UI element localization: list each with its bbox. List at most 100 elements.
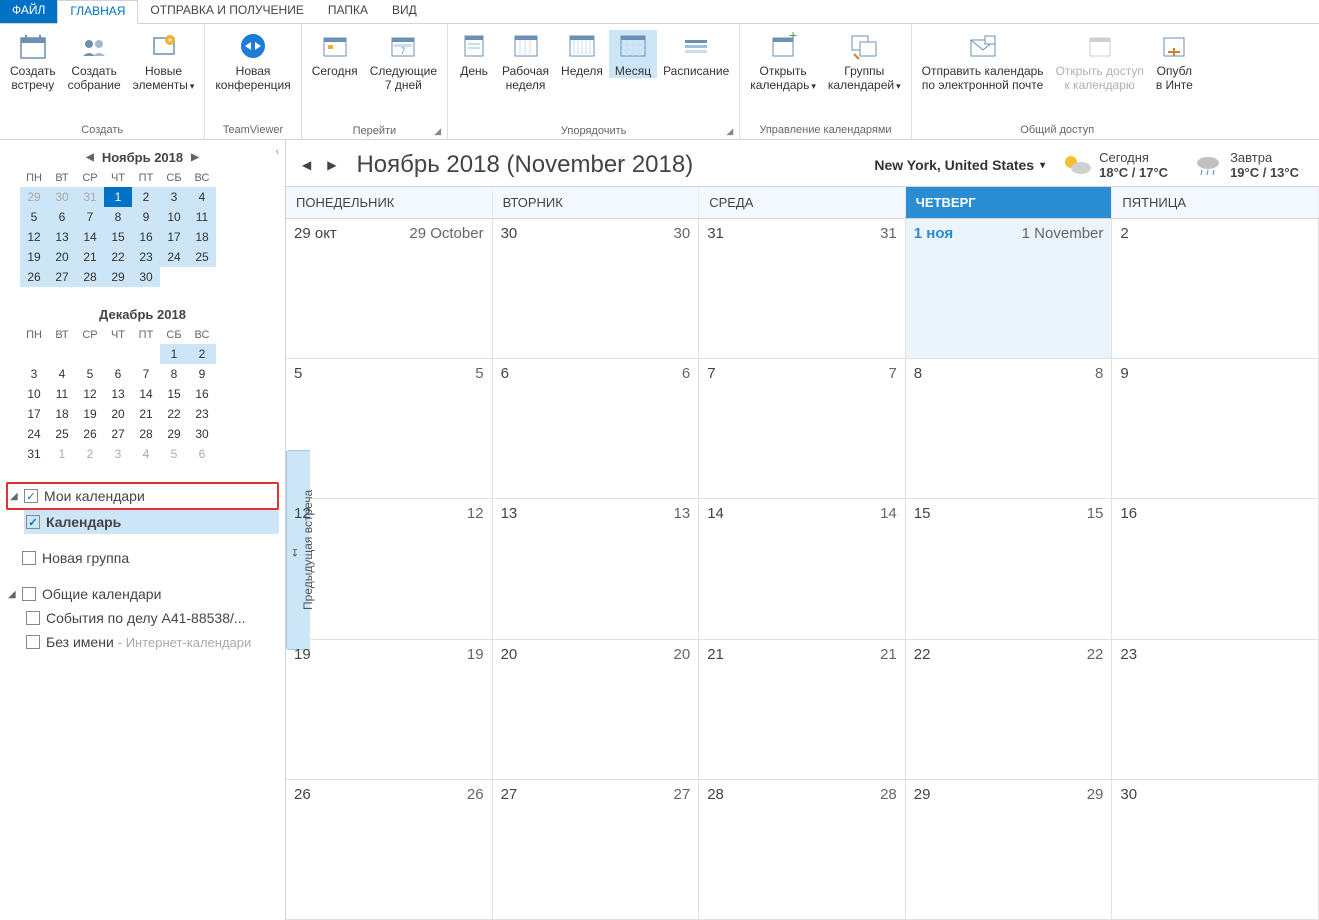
arrange-launcher-icon[interactable]: ◢	[726, 126, 733, 137]
tab-home[interactable]: ГЛАВНАЯ	[57, 0, 138, 24]
minical-day[interactable]: 8	[160, 364, 188, 384]
goto-launcher-icon[interactable]: ◢	[434, 126, 441, 137]
tree-new-group[interactable]: Новая группа	[6, 546, 279, 570]
tab-view[interactable]: ВИД	[380, 0, 429, 23]
minical-day[interactable]: 13	[104, 384, 132, 404]
disclosure-triangle-icon[interactable]: ◢	[8, 589, 18, 600]
minical-day[interactable]: 4	[188, 187, 216, 207]
disclosure-triangle-icon[interactable]: ◢	[10, 491, 20, 502]
new-items-button[interactable]: ✶ Новые элементы▾	[127, 30, 201, 93]
calendar-day-cell[interactable]: 2020	[493, 640, 700, 779]
schedule-view-button[interactable]: Расписание	[657, 30, 735, 78]
calendar-day-cell[interactable]: 3131	[699, 219, 906, 358]
minical-day[interactable]: 27	[48, 267, 76, 287]
minical-day[interactable]: 31	[76, 187, 104, 207]
tree-noname[interactable]: Без имени - Интернет-календари	[24, 630, 279, 654]
minical-day[interactable]: 14	[76, 227, 104, 247]
minical-day[interactable]: 24	[20, 424, 48, 444]
calendar-day-cell[interactable]: 77	[699, 359, 906, 498]
minical-day[interactable]: 6	[48, 207, 76, 227]
calendar-day-cell[interactable]: 2121	[699, 640, 906, 779]
week-view-button[interactable]: Неделя	[555, 30, 609, 78]
minical-day[interactable]: 9	[188, 364, 216, 384]
checkbox-icon[interactable]	[22, 551, 36, 565]
minical-day[interactable]: 11	[48, 384, 76, 404]
minical-day[interactable]: 3	[160, 187, 188, 207]
minical-prev-icon[interactable]: ◀	[78, 152, 102, 163]
minical-day[interactable]: 17	[20, 404, 48, 424]
minical-day[interactable]: 31	[20, 444, 48, 464]
minical-day[interactable]: 29	[160, 424, 188, 444]
minical-day[interactable]: 18	[188, 227, 216, 247]
next-7-days-button[interactable]: 7 Следующие 7 дней	[364, 30, 443, 92]
minical-day[interactable]: 30	[132, 267, 160, 287]
new-meeting-button[interactable]: Создать встречу	[4, 30, 62, 92]
minical-day[interactable]: 5	[76, 364, 104, 384]
calendar-groups-button[interactable]: Группы календарей▾	[822, 30, 907, 93]
new-gathering-button[interactable]: Создать собрание	[62, 30, 127, 92]
minical-day[interactable]: 15	[160, 384, 188, 404]
minical-day[interactable]: 5	[20, 207, 48, 227]
minical-day[interactable]: 16	[132, 227, 160, 247]
minical-day[interactable]: 22	[160, 404, 188, 424]
collapse-sidebar-icon[interactable]: ‹	[276, 146, 279, 157]
minical-day[interactable]: 24	[160, 247, 188, 267]
minical-day[interactable]: 8	[104, 207, 132, 227]
minical-day[interactable]: 10	[20, 384, 48, 404]
minical-day[interactable]: 27	[104, 424, 132, 444]
new-conference-button[interactable]: Новая конференция	[209, 30, 296, 92]
calendar-day-cell[interactable]: 16	[1112, 499, 1319, 638]
minical-next-icon[interactable]: ▶	[183, 152, 207, 163]
minical-day[interactable]: 26	[20, 267, 48, 287]
calendar-day-cell[interactable]: 2727	[493, 780, 700, 919]
minical-day[interactable]: 28	[76, 267, 104, 287]
weather-location-dropdown[interactable]: New York, United States ▾	[874, 157, 1045, 173]
minical-day[interactable]: 1	[104, 187, 132, 207]
minical-day[interactable]: 2	[188, 344, 216, 364]
minical-day[interactable]: 7	[76, 207, 104, 227]
calendar-day-cell[interactable]: 2	[1112, 219, 1319, 358]
minical-day[interactable]: 23	[188, 404, 216, 424]
calendar-day-cell[interactable]: 66	[493, 359, 700, 498]
tree-my-calendars[interactable]: ◢ ✓ Мои календари	[6, 482, 279, 510]
minical-day[interactable]: 7	[132, 364, 160, 384]
minical-day[interactable]: 26	[76, 424, 104, 444]
calendar-day-cell[interactable]: 3030	[493, 219, 700, 358]
minical-day[interactable]: 25	[48, 424, 76, 444]
tab-send-receive[interactable]: ОТПРАВКА И ПОЛУЧЕНИЕ	[138, 0, 315, 23]
minical-day[interactable]: 6	[188, 444, 216, 464]
minical-day[interactable]: 13	[48, 227, 76, 247]
cal-next-button[interactable]: ▶	[323, 158, 340, 172]
today-button[interactable]: Сегодня	[306, 30, 364, 78]
tab-folder[interactable]: ПАПКА	[316, 0, 380, 23]
calendar-day-cell[interactable]: 55	[286, 359, 493, 498]
calendar-day-cell[interactable]: 2222	[906, 640, 1113, 779]
minical-day[interactable]: 9	[132, 207, 160, 227]
minical-day[interactable]: 30	[188, 424, 216, 444]
minical-day[interactable]: 1	[48, 444, 76, 464]
calendar-day-cell[interactable]: 1212	[286, 499, 493, 638]
calendar-day-cell[interactable]: 23	[1112, 640, 1319, 779]
minical-day[interactable]: 29	[20, 187, 48, 207]
minical-day[interactable]: 4	[132, 444, 160, 464]
checkbox-icon[interactable]	[26, 635, 40, 649]
publish-button[interactable]: Опубл в Инте	[1150, 30, 1199, 92]
checkbox-icon[interactable]: ✓	[26, 515, 40, 529]
calendar-day-cell[interactable]: 2828	[699, 780, 906, 919]
minical-day[interactable]: 1	[160, 344, 188, 364]
checkbox-icon[interactable]	[26, 611, 40, 625]
minical-day[interactable]: 3	[20, 364, 48, 384]
minical-day[interactable]: 19	[20, 247, 48, 267]
minical-day[interactable]: 12	[76, 384, 104, 404]
calendar-day-cell[interactable]: 30	[1112, 780, 1319, 919]
tree-case-events[interactable]: События по делу А41-88538/...	[24, 606, 279, 630]
minical-day[interactable]: 5	[160, 444, 188, 464]
tab-file[interactable]: ФАЙЛ	[0, 0, 57, 23]
minical-day[interactable]: 22	[104, 247, 132, 267]
minical-day[interactable]: 12	[20, 227, 48, 247]
minical-day[interactable]: 23	[132, 247, 160, 267]
calendar-day-cell[interactable]: 1919	[286, 640, 493, 779]
calendar-day-cell[interactable]: 1313	[493, 499, 700, 638]
minical-day[interactable]: 29	[104, 267, 132, 287]
minical-day[interactable]: 17	[160, 227, 188, 247]
